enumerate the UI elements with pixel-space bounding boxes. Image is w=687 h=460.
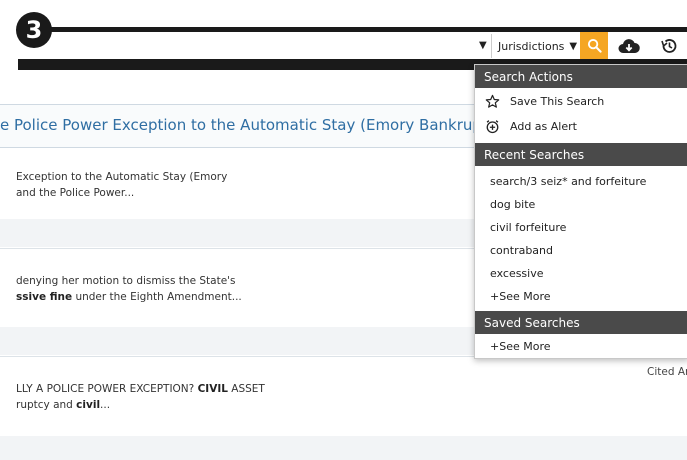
result-snippet: LLY A POLICE POWER EXCEPTION? CIVIL ASSE… [16,381,265,397]
step-badge: 3 [16,12,52,48]
recent-search-item[interactable]: search/3 seiz* and forfeiture [475,170,687,193]
snippet-text: ruptcy and [16,399,77,411]
search-icon [587,38,602,53]
recent-search-item[interactable]: contraband [475,239,687,262]
history-icon[interactable] [660,37,678,59]
result-snippet: denying her motion to dismiss the State'… [16,275,236,287]
jurisdictions-dropdown[interactable]: Jurisdictions ▼ [491,34,583,58]
highlight-term: ssive fine [16,291,73,303]
recent-searches-header: Recent Searches [475,143,687,166]
chevron-down-icon[interactable]: ▼ [479,40,487,51]
result-band [0,436,687,460]
result-snippet: and the Police Power... [16,187,135,199]
result-snippet: ruptcy and civil... [16,397,110,413]
snippet-text: ... [100,399,111,411]
result-snippet: ssive fine under the Eighth Amendment... [16,289,242,305]
snippet-text: ASSET [227,383,265,395]
result-snippet: Exception to the Automatic Stay (Emory [16,171,228,183]
star-icon [485,94,500,108]
recent-see-more-link[interactable]: +See More [475,285,687,308]
highlight-term: civil [76,399,101,411]
highlight-term: CIVIL [197,383,228,395]
recent-search-item[interactable]: civil forfeiture [475,216,687,239]
recent-search-item[interactable]: dog bite [475,193,687,216]
search-actions-header: Search Actions [475,65,687,88]
jurisdictions-label: Jurisdictions [498,39,565,53]
alert-add-icon [486,120,499,134]
saved-see-more-link[interactable]: +See More [475,335,687,358]
add-alert-button[interactable]: Add as Alert [475,115,687,138]
save-search-label: Save This Search [510,95,605,108]
add-alert-label: Add as Alert [510,120,577,133]
cited-label: Cited Ar [647,366,687,378]
chevron-down-icon: ▼ [569,40,578,52]
save-search-button[interactable]: Save This Search [475,90,687,113]
cloud-download-icon[interactable] [618,38,640,58]
search-button[interactable] [580,32,608,59]
snippet-text: under the Eighth Amendment... [72,291,242,303]
recent-search-item[interactable]: excessive [475,262,687,285]
search-dropdown-panel: Search Actions Save This Search Add as A… [474,64,687,359]
saved-searches-header: Saved Searches [475,311,687,334]
snippet-text: LLY A POLICE POWER EXCEPTION? [16,383,198,395]
